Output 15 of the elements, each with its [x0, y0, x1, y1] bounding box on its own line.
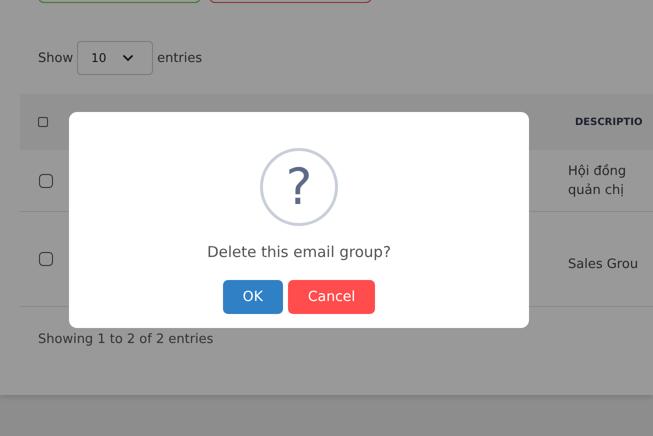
row-checkbox[interactable] — [39, 174, 53, 188]
dialog-message: Delete this email group? — [207, 243, 391, 261]
cancel-button[interactable]: Cancel — [288, 280, 376, 314]
entries-label: entries — [157, 50, 202, 66]
table-cell-text: Sales Grou — [568, 256, 640, 274]
show-label: Show — [38, 50, 74, 66]
column-header: DESCRIPTIO — [575, 116, 642, 128]
ok-button[interactable]: OK — [222, 280, 283, 314]
question-icon: ? — [260, 148, 338, 226]
chevron-down-icon — [122, 54, 134, 62]
table-cell-text: Hội đồng quản chị — [568, 162, 628, 200]
select-all-checkbox[interactable] — [38, 117, 48, 127]
entries-info: Showing 1 to 2 of 2 entries — [37, 331, 214, 347]
row-checkbox[interactable] — [39, 252, 53, 266]
entries-select[interactable]: 10 — [77, 41, 154, 75]
